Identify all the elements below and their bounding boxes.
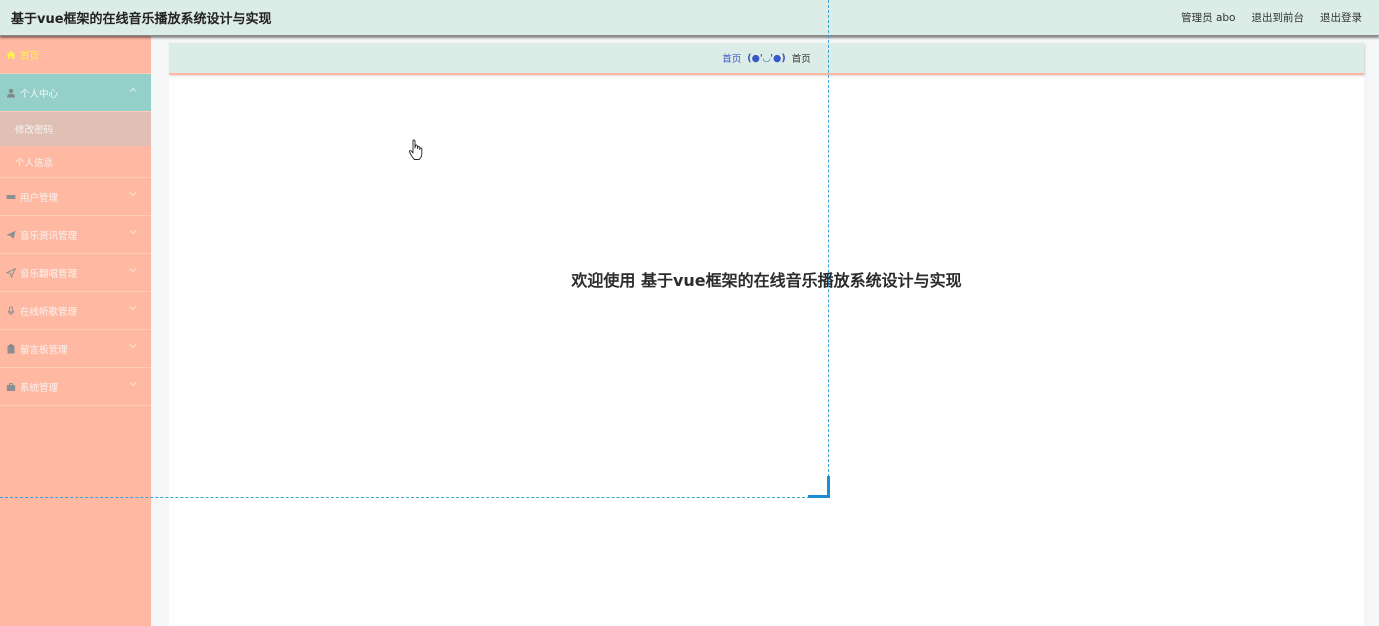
ticket-icon (5, 191, 16, 202)
sidebar-item-label: 在线听歌管理 (20, 306, 78, 318)
sidebar-subitem-personal-info[interactable]: 个人信息 (0, 146, 151, 178)
chevron-up-icon (129, 86, 137, 94)
sidebar-item-music-translate-mgmt[interactable]: 音乐翻唱管理 (0, 254, 151, 292)
sidebar-item-system-mgmt[interactable]: 系统管理 (0, 368, 151, 406)
sidebar-item-label: 用户管理 (20, 192, 59, 204)
home-icon (5, 49, 16, 60)
admin-user-label[interactable]: 管理员 abo (1181, 10, 1235, 25)
selection-guide-vertical (828, 0, 829, 497)
sidebar-item-personal-center[interactable]: 个人中心 (0, 74, 151, 112)
clipboard-icon (5, 343, 16, 354)
sidebar-item-message-board-mgmt[interactable]: 留言板管理 (0, 330, 151, 368)
chevron-down-icon (129, 190, 137, 198)
sidebar-menu: 首页 个人中心 修改密码 个人信息 用户管理 音乐资讯管理 音乐翻唱管理 在线听… (0, 36, 151, 626)
sidebar-item-online-listen-mgmt[interactable]: 在线听歌管理 (0, 292, 151, 330)
sidebar-item-label: 个人中心 (20, 88, 59, 100)
hand-pointer-cursor-icon (408, 139, 424, 161)
top-bar: 基于vue框架的在线音乐播放系统设计与实现 管理员 abo 退出到前台 退出登录 (0, 0, 1379, 36)
selection-corner-handle[interactable] (808, 476, 830, 498)
chevron-down-icon (129, 342, 137, 350)
user-icon (5, 87, 16, 98)
sidebar-subitem-change-password[interactable]: 修改密码 (0, 112, 151, 146)
breadcrumb-separator-emote: (●'◡'●) (747, 52, 786, 64)
sidebar-item-label: 系统管理 (20, 382, 59, 394)
app-title: 基于vue框架的在线音乐播放系统设计与实现 (11, 12, 272, 27)
welcome-message: 欢迎使用 基于vue框架的在线音乐播放系统设计与实现 (571, 271, 962, 290)
breadcrumb-current: 首页 (791, 54, 811, 65)
sidebar-item-user-mgmt[interactable]: 用户管理 (0, 178, 151, 216)
sidebar-item-home[interactable]: 首页 (0, 36, 151, 74)
chevron-down-icon (129, 266, 137, 274)
breadcrumb: 首页 (●'◡'●) 首页 (169, 43, 1364, 75)
paper-plane-icon (5, 229, 16, 240)
chevron-down-icon (129, 228, 137, 236)
sidebar-item-label: 留言板管理 (20, 344, 68, 356)
selection-guide-horizontal (0, 497, 810, 498)
breadcrumb-home-link[interactable]: 首页 (722, 51, 741, 65)
chevron-down-icon (129, 380, 137, 388)
sidebar-item-music-news-mgmt[interactable]: 音乐资讯管理 (0, 216, 151, 254)
send-icon (5, 267, 16, 278)
exit-to-front-link[interactable]: 退出到前台 (1252, 10, 1305, 25)
briefcase-icon (5, 381, 16, 392)
logout-link[interactable]: 退出登录 (1320, 10, 1362, 25)
top-right-links: 管理员 abo 退出到前台 退出登录 (1181, 10, 1362, 25)
chevron-down-icon (129, 304, 137, 312)
sidebar-item-label: 音乐资讯管理 (20, 230, 78, 242)
sidebar-item-label: 音乐翻唱管理 (20, 268, 78, 280)
main-content: 首页 (●'◡'●) 首页 欢迎使用 基于vue框架的在线音乐播放系统设计与实现 (169, 43, 1364, 626)
microphone-icon (5, 305, 16, 316)
sidebar-item-label: 首页 (20, 50, 40, 62)
